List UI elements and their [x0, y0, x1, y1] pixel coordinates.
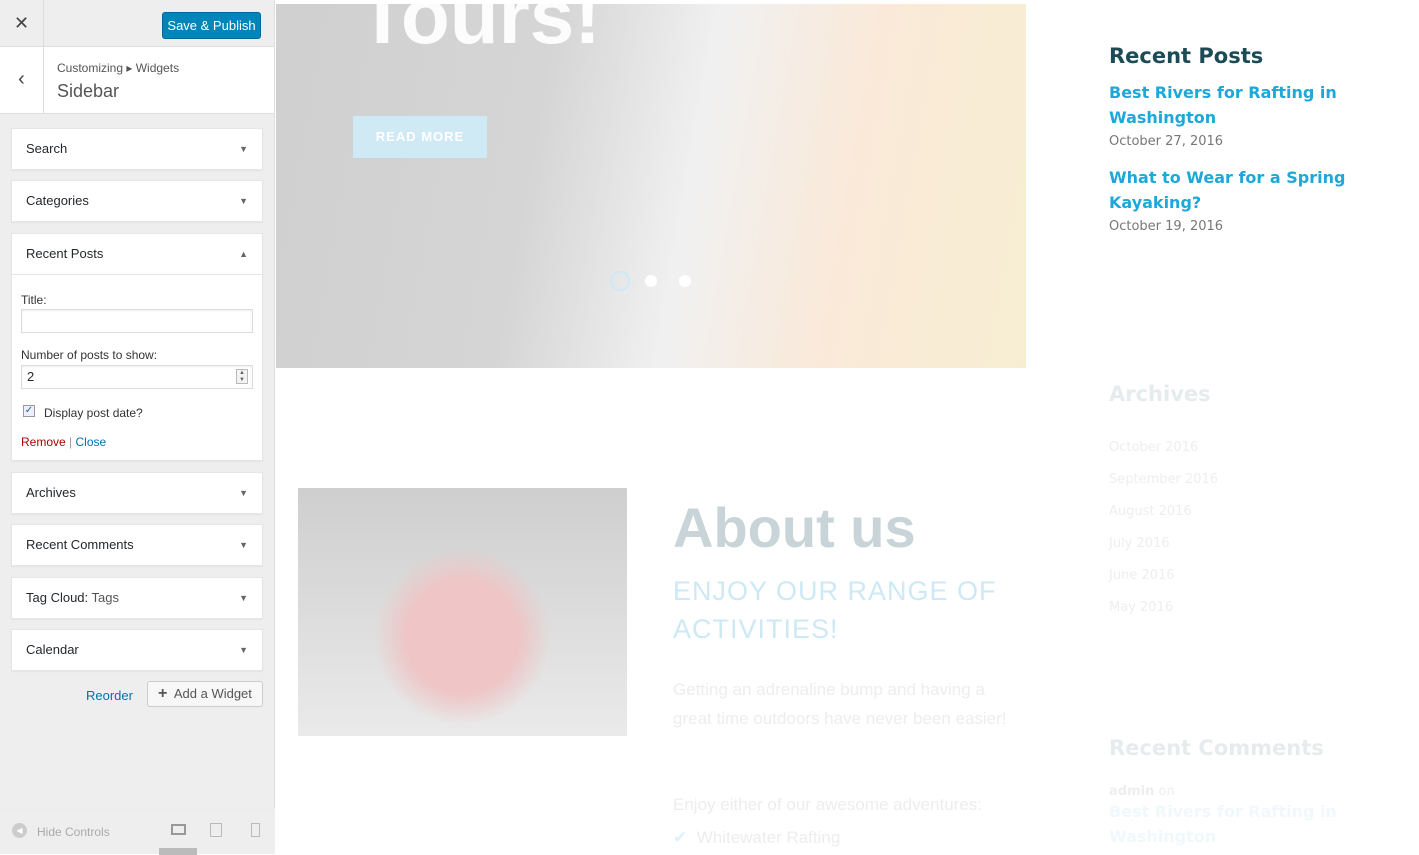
- archive-link[interactable]: August 2016: [1109, 496, 1218, 528]
- archive-link[interactable]: June 2016: [1109, 560, 1218, 592]
- activity-item: ✔ Whitewater Rafting: [673, 823, 1013, 852]
- recent-posts-heading: Recent Posts: [1109, 44, 1264, 68]
- widget-form: Title: Number of posts to show: 2 ▲ ▼ ✓ Di…: [12, 274, 262, 460]
- display-date-label: Display post date?: [44, 406, 143, 420]
- caret-down-icon[interactable]: ▼: [239, 630, 248, 670]
- separator: |: [69, 435, 73, 449]
- recent-comments-widget: Recent Comments admin on Best Rivers for…: [1109, 736, 1349, 849]
- remove-link[interactable]: Remove: [21, 435, 66, 449]
- widget-label: Search: [26, 141, 68, 156]
- archives-widget: Archives October 2016 September 2016 Aug…: [1109, 382, 1218, 624]
- caret-down-icon[interactable]: ▼: [239, 473, 248, 513]
- close-link[interactable]: Close: [76, 435, 107, 449]
- display-date-checkbox[interactable]: ✓: [23, 405, 35, 417]
- add-widget-label: Add a Widget: [173, 686, 252, 701]
- widget-recent-posts[interactable]: Recent Posts ▲ Title: Number of posts to …: [11, 233, 263, 461]
- widget-calendar[interactable]: Calendar ▼: [11, 629, 263, 671]
- check-icon: ✔: [673, 828, 688, 847]
- page-title: Sidebar: [57, 81, 120, 101]
- slider-dot-active[interactable]: [610, 271, 630, 291]
- breadcrumb: Customizing ▸ Widgets: [57, 61, 180, 75]
- about-text: Getting an adrenaline bump and having a …: [673, 680, 1007, 728]
- widget-categories[interactable]: Categories ▼: [11, 180, 263, 222]
- archives-list: October 2016 September 2016 August 2016 …: [1109, 432, 1218, 624]
- rafting-image: [298, 488, 627, 736]
- customizer-panel: ✕ Save & Publish ‹ Customizing ▸ Widgets…: [0, 0, 275, 855]
- hide-controls-button[interactable]: Hide Controls: [37, 825, 110, 839]
- reorder-link[interactable]: Reorder: [86, 688, 133, 703]
- widget-label: Recent Comments: [26, 537, 134, 552]
- posts-count-stepper[interactable]: 2 ▲ ▼: [21, 365, 253, 389]
- recent-posts-widget: Recent Posts Best Rivers for Rafting in …: [1109, 44, 1349, 234]
- caret-down-icon[interactable]: ▼: [239, 181, 248, 221]
- archive-link[interactable]: September 2016: [1109, 464, 1218, 496]
- caret-down-icon[interactable]: ▼: [239, 129, 248, 169]
- widget-label: Archives: [26, 485, 76, 500]
- activity-label: Whitewater Rafting: [696, 828, 841, 847]
- widget-label: Calendar: [26, 642, 79, 657]
- about-text-2: Enjoy either of our awesome adventures:: [673, 795, 983, 814]
- customizer-footer: ◀ Hide Controls: [0, 808, 275, 855]
- archive-link[interactable]: May 2016: [1109, 592, 1218, 624]
- count-label: Number of posts to show:: [21, 348, 158, 362]
- count-value: 2: [27, 369, 35, 384]
- stepper-arrows-icon[interactable]: ▲ ▼: [236, 369, 248, 384]
- desktop-preview-icon[interactable]: [171, 824, 186, 835]
- post-date: October 19, 2016: [1109, 219, 1224, 234]
- caret-up-icon[interactable]: ▲: [239, 234, 248, 274]
- post-link[interactable]: What to Wear for a Spring Kayaking?: [1109, 165, 1349, 215]
- comment-on: on: [1158, 784, 1175, 799]
- title-label: Title:: [21, 293, 47, 307]
- widget-archives[interactable]: Archives ▼: [11, 472, 263, 514]
- slider-dot[interactable]: [645, 275, 657, 287]
- about-subtitle: ENJOY OUR RANGE OF ACTIVITIES!: [673, 576, 997, 644]
- post-date: October 27, 2016: [1109, 134, 1224, 149]
- archive-link[interactable]: July 2016: [1109, 528, 1218, 560]
- add-widget-button[interactable]: + Add a Widget: [147, 681, 263, 707]
- section-title: ‹ Customizing ▸ Widgets Sidebar: [0, 47, 274, 114]
- archive-link[interactable]: October 2016: [1109, 432, 1218, 464]
- comment-author[interactable]: admin: [1109, 784, 1154, 799]
- close-icon[interactable]: ✕: [0, 0, 44, 47]
- hide-controls-icon[interactable]: ◀: [12, 823, 27, 838]
- post-link[interactable]: Best Rivers for Rafting in Washington: [1109, 80, 1349, 130]
- mobile-preview-icon[interactable]: [251, 823, 260, 837]
- caret-down-icon[interactable]: ▼: [239, 525, 248, 565]
- plus-icon: +: [158, 685, 168, 702]
- recent-comments-heading: Recent Comments: [1109, 736, 1324, 760]
- read-more-button[interactable]: READ MORE: [353, 116, 487, 158]
- back-chevron-icon[interactable]: ‹: [0, 47, 44, 113]
- comment-post-link[interactable]: Best Rivers for Rafting in Washington: [1109, 799, 1349, 849]
- widget-search[interactable]: Search ▼: [11, 128, 263, 170]
- widget-label: Categories: [26, 193, 89, 208]
- about-title: About us: [673, 496, 916, 559]
- slider-dot[interactable]: [679, 275, 691, 287]
- archives-heading: Archives: [1109, 382, 1211, 406]
- caret-down-icon[interactable]: ▼: [239, 578, 248, 618]
- widget-tag-cloud[interactable]: Tag Cloud: Tags ▼: [11, 577, 263, 619]
- tablet-preview-icon[interactable]: [210, 823, 222, 837]
- widget-recent-comments[interactable]: Recent Comments ▼: [11, 524, 263, 566]
- hero-title: Tours!: [358, 0, 601, 60]
- widget-sublabel: Tags: [91, 590, 120, 605]
- widget-label: Recent Posts: [26, 246, 104, 261]
- title-input[interactable]: [21, 309, 253, 333]
- site-preview[interactable]: Tours! READ MORE About us ENJOY OUR RANG…: [276, 0, 1419, 854]
- save-publish-button[interactable]: Save & Publish: [162, 12, 261, 39]
- widget-label: Tag Cloud:: [26, 590, 89, 605]
- customizer-header: ✕ Save & Publish: [0, 0, 274, 47]
